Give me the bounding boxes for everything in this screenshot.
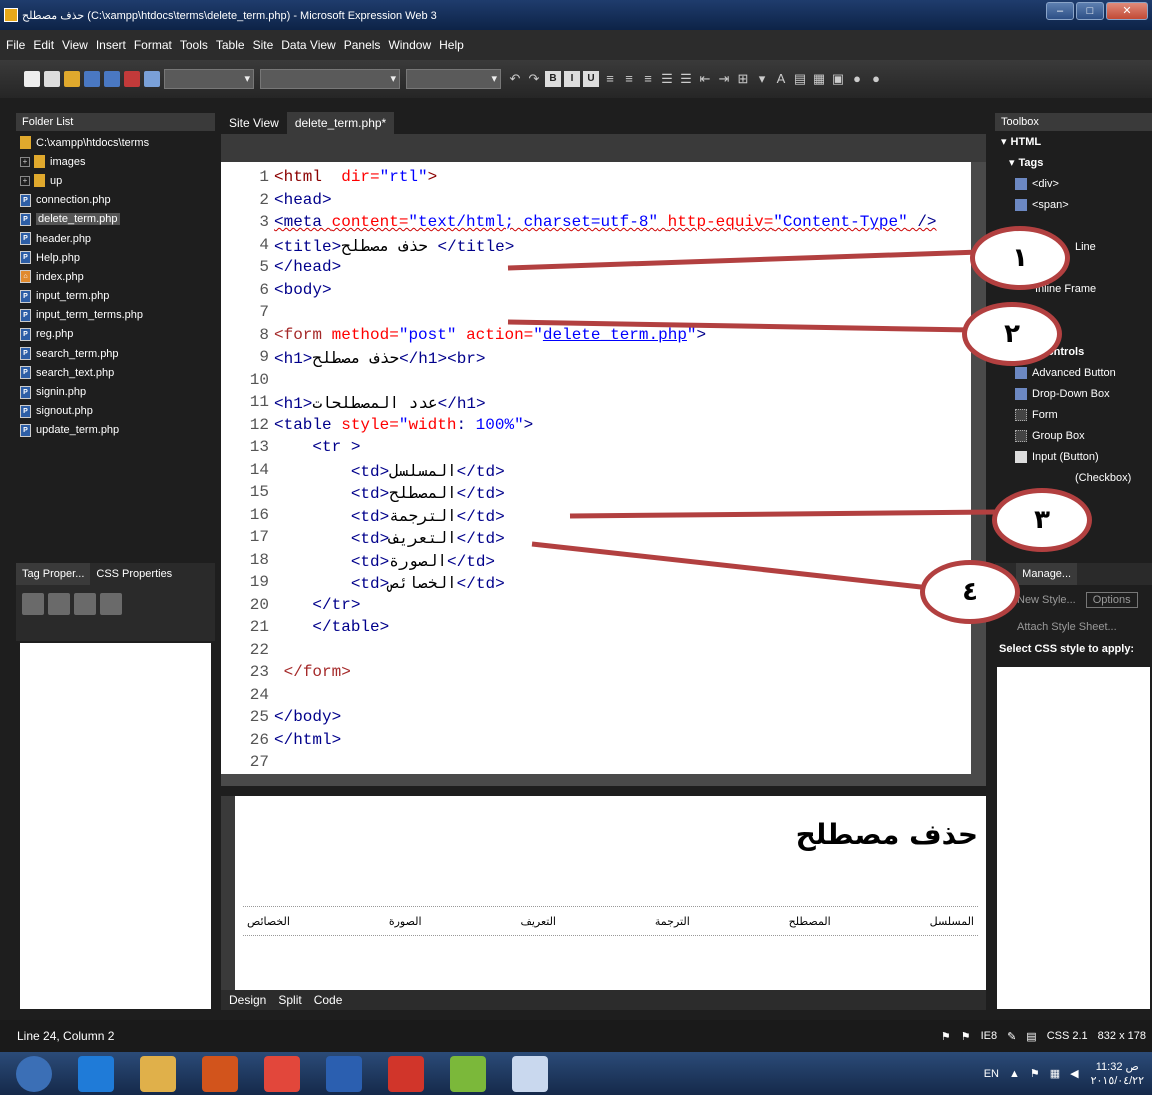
annotation-2: ٢ bbox=[962, 302, 1062, 366]
annotation-3: ٣ bbox=[992, 488, 1092, 552]
annotation-1: ١ bbox=[970, 226, 1070, 290]
annotation-lines bbox=[507, 249, 997, 591]
annotation-4: ٤ bbox=[920, 560, 1020, 624]
